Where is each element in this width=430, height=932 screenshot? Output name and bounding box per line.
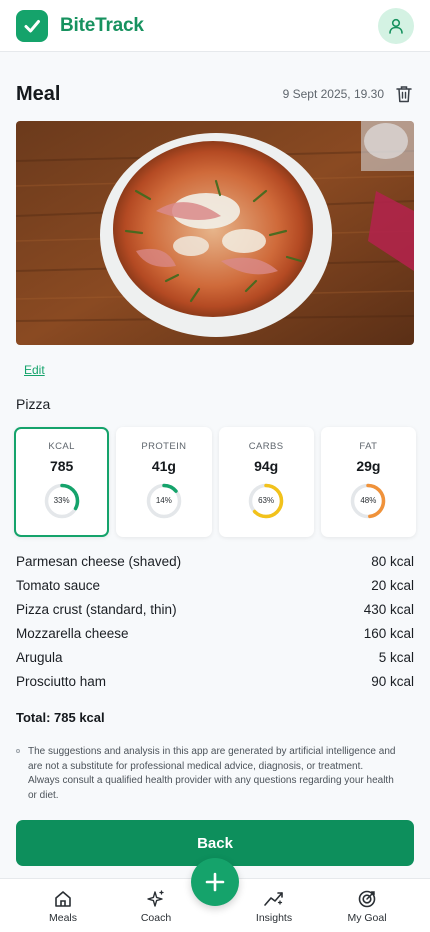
app-logo	[16, 9, 48, 42]
progress-percent: 63%	[258, 496, 275, 505]
ai-disclaimer: The suggestions and analysis in this app…	[16, 745, 396, 803]
list-item: Mozzarella cheese 160 kcal	[16, 622, 414, 646]
macro-card-carbs[interactable]: CARBS 94g 63%	[218, 427, 314, 537]
item-kcal: 430 kcal	[363, 602, 414, 617]
item-kcal: 5 kcal	[378, 650, 414, 665]
list-item: Tomato sauce 20 kcal	[16, 574, 414, 598]
item-kcal: 90 kcal	[371, 674, 414, 689]
macro-label: CARBS	[248, 441, 284, 452]
item-name: Prosciutto ham	[16, 674, 107, 689]
edit-link[interactable]: Edit	[24, 363, 45, 377]
item-name: Parmesan cheese (shaved)	[16, 554, 182, 569]
app-header: BiteTrack	[0, 0, 430, 52]
macro-value: 785	[49, 458, 74, 474]
macro-label: PROTEIN	[141, 441, 187, 452]
macro-card-kcal[interactable]: KCAL 785 33%	[14, 427, 110, 537]
macro-cards: KCAL 785 33% PROTEIN 41g 14% CARBS 94g 6…	[14, 427, 416, 537]
item-name: Mozzarella cheese	[16, 626, 129, 641]
item-kcal: 20 kcal	[371, 578, 414, 593]
page-title: Meal	[16, 82, 61, 105]
meal-photo	[16, 121, 414, 345]
nav-insights[interactable]: Insights	[234, 889, 314, 924]
progress-ring: 48%	[349, 482, 387, 520]
check-icon	[24, 19, 40, 32]
user-icon	[389, 18, 403, 34]
progress-percent: 33%	[53, 496, 70, 505]
macro-card-fat[interactable]: FAT 29g 48%	[320, 427, 416, 537]
macro-value: 94g	[254, 458, 279, 474]
nav-label: Meals	[48, 912, 77, 924]
home-icon	[55, 891, 71, 907]
macro-label: FAT	[359, 441, 378, 452]
disclaimer-text: The suggestions and analysis in this app…	[28, 746, 396, 801]
macro-value: 41g	[151, 458, 176, 474]
nav-label: My Goal	[347, 912, 387, 924]
item-name: Tomato sauce	[16, 578, 101, 593]
progress-percent: 14%	[155, 496, 172, 505]
item-kcal: 160 kcal	[363, 626, 414, 641]
progress-ring: 63%	[247, 482, 285, 520]
macro-label: KCAL	[48, 441, 75, 452]
nav-coach[interactable]: Coach	[116, 889, 196, 924]
brand-name: BiteTrack	[60, 14, 144, 36]
list-item: Prosciutto ham 90 kcal	[16, 670, 414, 694]
progress-percent: 48%	[360, 496, 377, 505]
macro-card-protein[interactable]: PROTEIN 41g 14%	[116, 427, 212, 537]
meal-name: Pizza	[16, 396, 51, 412]
nav-meals[interactable]: Meals	[23, 889, 103, 924]
item-kcal: 80 kcal	[371, 554, 414, 569]
nav-label: Coach	[140, 912, 172, 924]
meal-title-row: Meal 9 Sept 2025, 19.30	[16, 80, 414, 108]
progress-ring: 33%	[43, 482, 81, 520]
delete-button[interactable]	[394, 84, 414, 104]
target-icon	[358, 890, 376, 908]
nav-label: Insights	[255, 912, 293, 924]
meal-datetime: 9 Sept 2025, 19.30	[282, 87, 384, 101]
sparkles-icon	[147, 890, 164, 907]
plus-icon	[205, 872, 225, 892]
ingredient-list: Parmesan cheese (shaved) 80 kcal Tomato s…	[16, 550, 414, 694]
progress-ring: 14%	[145, 482, 183, 520]
trend-icon	[264, 892, 283, 906]
profile-button[interactable]	[378, 8, 414, 44]
trash-icon	[396, 86, 412, 103]
bullet-icon	[16, 749, 20, 753]
item-name: Pizza crust (standard, thin)	[16, 602, 177, 617]
list-item: Parmesan cheese (shaved) 80 kcal	[16, 550, 414, 574]
item-name: Arugula	[16, 650, 63, 665]
nav-my-goal[interactable]: My Goal	[327, 889, 407, 924]
macro-value: 29g	[356, 458, 381, 474]
add-meal-button[interactable]	[191, 858, 239, 906]
list-item: Arugula 5 kcal	[16, 646, 414, 670]
total-kcal: Total: 785 kcal	[16, 710, 105, 725]
list-item: Pizza crust (standard, thin) 430 kcal	[16, 598, 414, 622]
